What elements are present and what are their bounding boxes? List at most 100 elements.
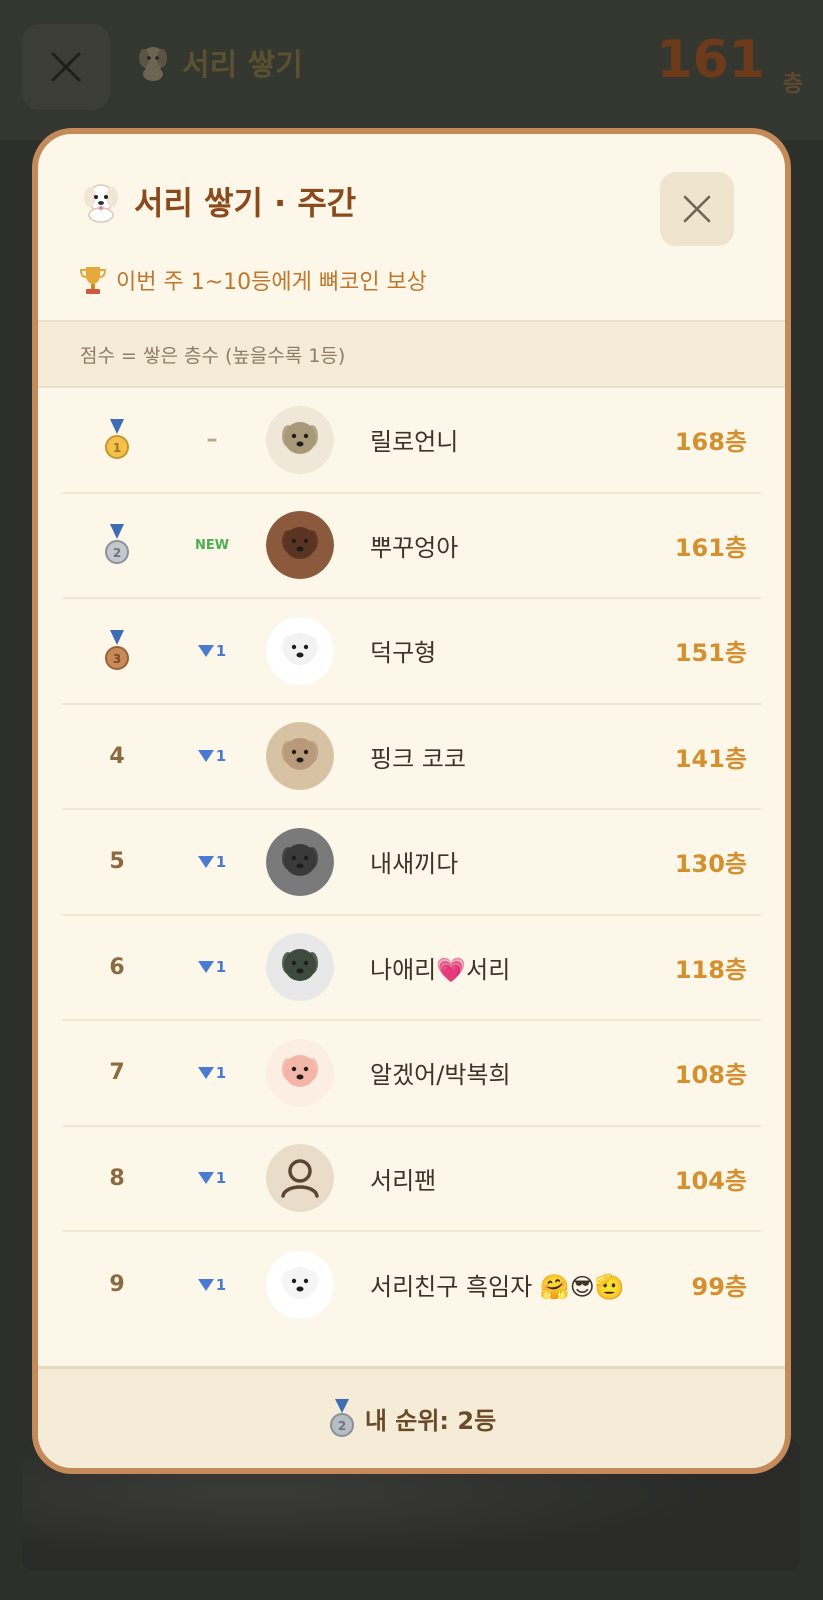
down-arrow-icon — [197, 644, 214, 657]
rank-cell: 7 — [62, 1060, 172, 1085]
rank-cell: 2 — [62, 524, 172, 566]
rank-change-text: 1 — [215, 1063, 227, 1082]
player-score: 118층 — [674, 955, 747, 984]
my-rank-footer: 2 내 순위: 2등 — [38, 1366, 785, 1468]
weekly-ranking-modal: 서리 쌓기 · 주간 이번 주 1~10등에게 뼈코인 보상 점수 = 쌓은 층… — [32, 128, 791, 1474]
silver-medal-icon: 2 — [329, 1398, 354, 1437]
rank-number: 8 — [109, 1165, 125, 1191]
dog-photo-icon — [266, 933, 334, 1002]
player-name: 서리친구 흑임자 🤗😎🫡 — [370, 1273, 625, 1302]
rank-change-text: 1 — [215, 641, 227, 660]
rank-change-text: 1 — [215, 958, 227, 977]
rank-number: 7 — [109, 1060, 125, 1086]
avatar[interactable] — [266, 1250, 334, 1319]
modal-title: 서리 쌓기 · 주간 — [78, 178, 356, 224]
avatar[interactable] — [266, 933, 334, 1002]
player-score: 168층 — [674, 428, 747, 457]
my-rank-text: 내 순위: 2등 — [364, 1407, 497, 1435]
ranking-list: 1 – 릴로언니 168층 2 NEW 뿌꾸엉아 161층 3 1 덕구형 15… — [38, 388, 785, 1338]
rank-change-text: 1 — [215, 747, 227, 766]
rank-number: 4 — [109, 743, 125, 769]
player-score: 130층 — [674, 850, 747, 879]
bronze-medal-icon: 3 — [105, 629, 129, 670]
ranking-row[interactable]: 2 NEW 뿌꾸엉아 161층 — [62, 494, 761, 599]
rank-number: 6 — [109, 954, 125, 980]
ranking-row[interactable]: 1 – 릴로언니 168층 — [62, 388, 761, 494]
silver-medal-icon: 2 — [105, 524, 129, 565]
game-close-button[interactable] — [22, 24, 110, 110]
down-arrow-icon — [197, 961, 214, 974]
player-name: 알겠어/박복희 — [370, 1061, 511, 1090]
dog-photo-icon — [266, 1038, 334, 1107]
rank-change: 1 — [172, 1064, 252, 1082]
rank-change: 1 — [172, 1276, 252, 1294]
ranking-row[interactable]: 6 1 나애리💗서리 118층 — [62, 916, 761, 1021]
player-name: 내새끼다 — [370, 850, 459, 879]
avatar[interactable] — [266, 1038, 334, 1107]
ranking-row[interactable]: 7 1 알겠어/박복희 108층 — [62, 1021, 761, 1127]
modal-close-button[interactable] — [660, 172, 734, 246]
avatar[interactable] — [266, 827, 334, 896]
rank-change: 1 — [172, 1169, 252, 1187]
rank-cell: 5 — [62, 849, 172, 874]
down-arrow-icon — [197, 1278, 214, 1291]
dog-photo-icon — [266, 405, 334, 474]
rank-cell: 1 — [62, 418, 172, 461]
score-rule-text: 점수 = 쌓은 층수 (높을수록 1등) — [80, 344, 346, 367]
game-title-text: 서리 쌓기 — [182, 48, 303, 83]
ranking-row[interactable]: 4 1 핑크 코코 141층 — [62, 705, 761, 810]
rank-change-text: 1 — [215, 852, 227, 871]
dog-icon — [84, 184, 118, 223]
rank-change: – — [172, 427, 252, 452]
rank-number: 9 — [109, 1272, 125, 1298]
svg-text:2: 2 — [338, 1419, 346, 1433]
player-score: 108층 — [674, 1061, 747, 1090]
rank-number: 5 — [109, 849, 125, 875]
avatar[interactable] — [266, 1144, 334, 1213]
avatar[interactable] — [266, 722, 334, 791]
player-score: 151층 — [674, 639, 747, 668]
down-arrow-icon — [197, 855, 214, 868]
down-arrow-icon — [197, 1172, 214, 1185]
rank-cell: 6 — [62, 955, 172, 980]
rank-change-text: NEW — [194, 537, 230, 553]
player-score: 104층 — [674, 1166, 747, 1195]
game-score: 161 — [656, 30, 765, 90]
modal-title-text: 서리 쌓기 · 주간 — [134, 184, 357, 222]
dog-photo-icon — [266, 1250, 334, 1319]
dog-photo-icon — [266, 616, 334, 685]
rank-change: 1 — [172, 958, 252, 976]
player-name: 뿌꾸엉아 — [370, 533, 459, 562]
dog-photo-icon — [266, 722, 334, 791]
player-name: 릴로언니 — [370, 428, 459, 457]
rank-cell: 8 — [62, 1166, 172, 1191]
player-name: 덕구형 — [370, 639, 437, 668]
svg-text:3: 3 — [113, 652, 121, 666]
modal-header: 서리 쌓기 · 주간 이번 주 1~10등에게 뼈코인 보상 — [38, 134, 785, 320]
player-score: 161층 — [674, 533, 747, 562]
avatar[interactable] — [266, 511, 334, 580]
ranking-row[interactable]: 5 1 내새끼다 130층 — [62, 810, 761, 916]
rank-change-text: 1 — [215, 1169, 227, 1188]
player-score: 99층 — [691, 1273, 747, 1302]
close-icon — [51, 52, 81, 82]
rank-change: 1 — [172, 853, 252, 871]
rank-cell: 4 — [62, 744, 172, 769]
down-arrow-icon — [197, 750, 214, 763]
ranking-row[interactable]: 9 1 서리친구 흑임자 🤗😎🫡 99층 — [62, 1232, 761, 1338]
dog-icon — [139, 47, 167, 81]
rank-change: 1 — [172, 642, 252, 660]
svg-text:1: 1 — [113, 441, 121, 455]
dog-photo-icon — [266, 827, 334, 896]
player-name: 나애리💗서리 — [370, 955, 511, 984]
reward-notice: 이번 주 1~10등에게 뼈코인 보상 — [78, 264, 427, 296]
avatar[interactable] — [266, 405, 334, 474]
close-icon — [683, 195, 711, 223]
rank-change-text: – — [206, 427, 218, 453]
ranking-row[interactable]: 8 1 서리팬 104층 — [62, 1127, 761, 1232]
rank-change-text: 1 — [215, 1275, 227, 1294]
avatar[interactable] — [266, 616, 334, 685]
ranking-row[interactable]: 3 1 덕구형 151층 — [62, 599, 761, 705]
player-name: 핑크 코코 — [370, 744, 466, 773]
player-name: 서리팬 — [370, 1166, 437, 1195]
